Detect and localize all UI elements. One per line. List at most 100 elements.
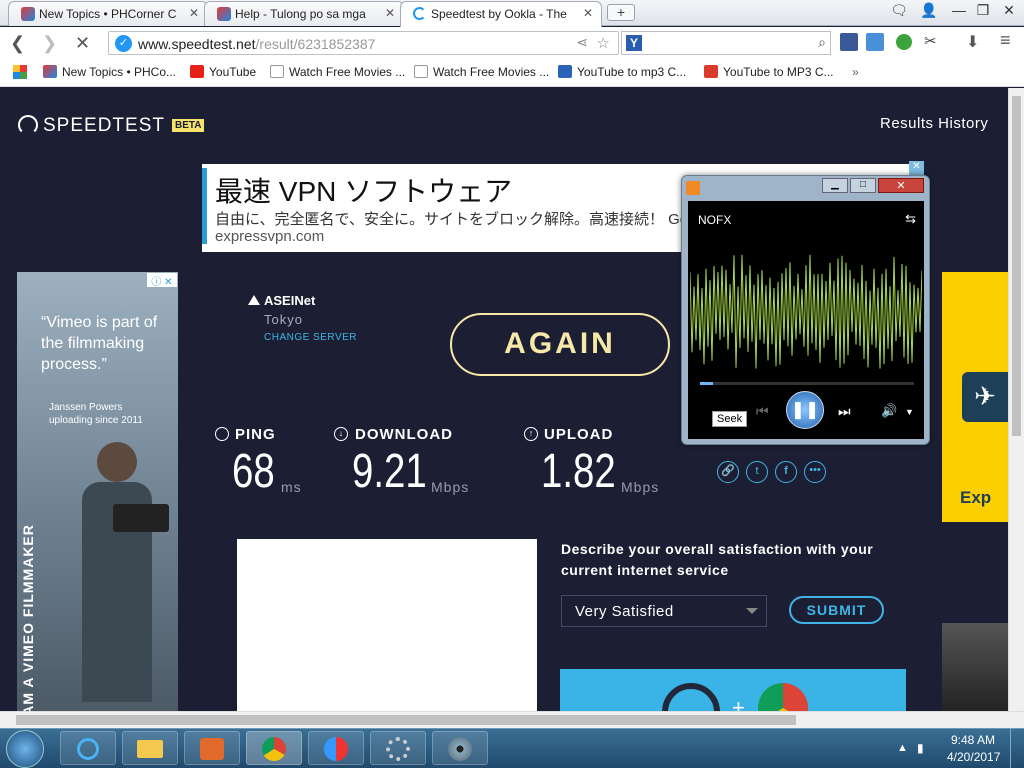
speedtest-app-promo[interactable]: + [560,669,906,711]
share-icon[interactable]: ⋖ [576,34,588,51]
change-server-link[interactable]: CHANGE SERVER [264,332,357,343]
bookmark-youtube[interactable]: YouTube [190,65,256,79]
ad-accent-bar [202,168,207,244]
submit-button[interactable]: SUBMIT [789,596,884,624]
plus-icon: + [732,695,745,711]
secure-icon: ✓ [115,35,132,52]
start-button[interactable] [6,730,44,768]
right-image-ad[interactable] [942,623,1008,711]
upload-unit: Mbps [621,479,660,495]
media-player-window[interactable]: ▁ □ ✕ NOFX ⇆ Seek ⏮ ❚❚ ⏭ 🔊 ▼ [681,175,930,445]
twitter-share-icon[interactable]: t [746,461,768,483]
next-icon[interactable]: ⏭ [838,403,851,420]
download-unit: Mbps [431,479,470,495]
ad-right-text: Exp [960,488,992,507]
search-input[interactable]: Y ⌕ [621,31,831,55]
ad-since: uploading since 2011 [49,415,143,426]
chat-icon[interactable]: 🗨 [888,2,910,20]
adchoices-icon[interactable]: ⓘ ✕ [147,273,177,288]
link-share-icon[interactable]: 🔗 [717,461,739,483]
clock-date[interactable]: 4/20/2017 [947,750,1000,764]
back-icon[interactable]: ❮ [10,33,25,54]
player-close-icon[interactable]: ✕ [878,178,924,193]
download-icon[interactable]: ⬇ [966,32,979,52]
bookmark-watch-movies-1[interactable]: Watch Free Movies ... [270,65,405,79]
network-icon[interactable]: ▮ [917,741,924,755]
close-tab-icon[interactable]: ✕ [189,6,199,20]
user-icon[interactable]: 👤 [918,2,940,20]
address-bar[interactable]: ✓ www.speedtest.net/result/6231852387 ⋖ … [108,31,619,55]
forward-icon[interactable]: ❯ [42,33,57,54]
close-window-icon[interactable]: ✕ [998,2,1020,20]
speedtest-logo[interactable]: SPEEDTEST [43,115,165,137]
volume-dropdown-icon[interactable]: ▼ [905,407,914,417]
download-label: DOWNLOAD [355,426,453,443]
pause-button[interactable]: ❚❚ [786,391,824,429]
taskbar-settings[interactable] [370,731,426,765]
vimeo-ad[interactable]: “Vimeo is part of the filmmaking process… [17,272,178,711]
horizontal-scrollbar[interactable] [0,711,1024,728]
chrome-icon [262,737,286,761]
more-bookmarks-icon[interactable]: » [852,65,859,79]
plane-icon: ✈ [962,372,1008,422]
search-icon[interactable]: ⌕ [818,34,826,51]
show-desktop-button[interactable] [1010,728,1024,768]
ad-close-icon[interactable]: ✕ [909,161,924,175]
bookmark-youtube-mp3-1[interactable]: YouTube to mp3 C... [558,65,686,79]
chevron-down-icon [746,608,758,614]
seek-bar[interactable] [700,382,914,385]
taskbar-chrome[interactable] [246,731,302,765]
minimize-icon[interactable]: — [948,2,970,20]
tab-speedtest[interactable]: Speedtest by Ookla - The ✕ [400,1,602,27]
previous-icon[interactable]: ⏮ [756,403,769,420]
download-icon: ↓ [334,427,348,441]
results-history-link[interactable]: Results History [880,115,988,132]
taskbar-disc[interactable] [432,731,488,765]
vertical-scrollbar[interactable] [1008,88,1024,711]
bookmark-phcorner[interactable]: New Topics • PHCo... [43,65,176,79]
facebook-extension-icon[interactable] [840,33,858,51]
adguard-extension-icon[interactable] [896,34,912,50]
swirl-app-icon [324,737,348,761]
player-maximize-icon[interactable]: □ [850,178,876,193]
close-tab-icon[interactable]: ✕ [385,6,395,20]
taskbar-explorer[interactable] [122,731,178,765]
satisfaction-select[interactable]: Very Satisfied [561,595,767,627]
close-tab-icon[interactable]: ✕ [583,6,593,20]
expressvpn-right-ad[interactable]: ✈ Exp [942,272,1008,522]
tab-phcorner-new-topics[interactable]: New Topics • PHCorner C ✕ [8,1,208,26]
seek-tooltip: Seek [712,411,748,427]
ping-label: PING [235,426,276,443]
new-tab-button[interactable]: + [607,4,635,21]
stop-icon[interactable]: ✕ [75,33,90,54]
player-minimize-icon[interactable]: ▁ [822,178,848,193]
track-title: NOFX [698,213,732,227]
bookmark-youtube-mp3-2[interactable]: YouTube to MP3 C... [704,65,834,79]
taskbar-media[interactable] [184,731,240,765]
ping-value: 68 [232,445,275,498]
clock-time[interactable]: 9:48 AM [951,733,995,747]
taskbar-app-swirl[interactable] [308,731,364,765]
filmmaker-figure-head [97,442,137,482]
more-share-icon[interactable]: ••• [804,461,826,483]
server-person-icon [248,295,260,305]
star-icon[interactable]: ☆ [597,34,610,52]
switch-view-icon[interactable]: ⇆ [905,211,916,227]
apps-icon[interactable] [13,65,27,79]
bookmark-watch-movies-2[interactable]: Watch Free Movies ... [414,65,549,79]
tray-arrow-icon[interactable]: ▲ [897,742,908,754]
restore-icon[interactable]: ❐ [972,2,994,20]
seek-bar-fill [700,382,713,385]
tab-help-tulong[interactable]: Help - Tulong po sa mga ✕ [204,1,404,26]
page-icon [270,65,284,78]
again-button[interactable]: AGAIN [450,313,670,376]
player-screen: NOFX ⇆ Seek ⏮ ❚❚ ⏭ 🔊 ▼ [688,201,924,439]
scissors-icon[interactable]: ✂ [924,32,937,50]
facebook-share-icon[interactable]: f [775,461,797,483]
translate-extension-icon[interactable] [866,33,884,51]
vertical-scroll-thumb[interactable] [1012,96,1021,436]
volume-icon[interactable]: 🔊 [881,403,897,419]
horizontal-scroll-thumb[interactable] [16,715,796,725]
taskbar-ie[interactable] [60,731,116,765]
menu-icon[interactable]: ≡ [1000,30,1011,51]
